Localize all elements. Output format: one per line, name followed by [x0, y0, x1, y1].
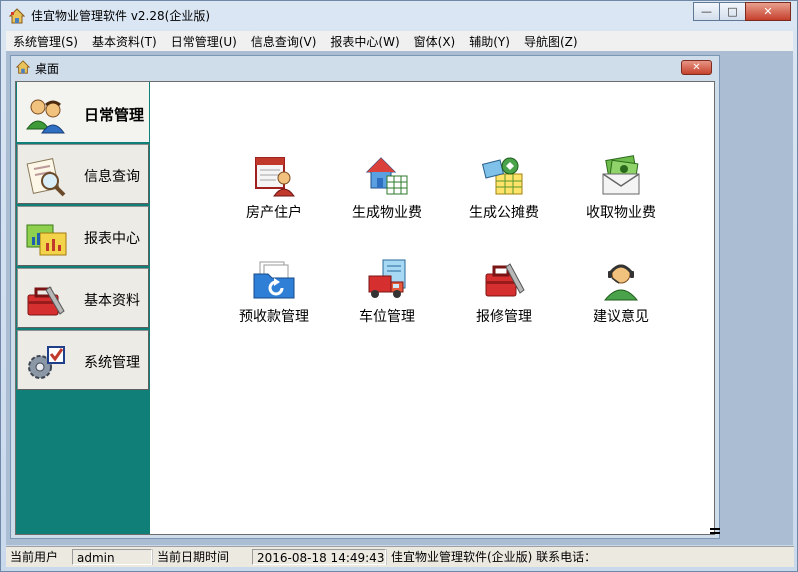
- function-prepayment[interactable]: 预收款管理: [224, 258, 324, 326]
- function-panel: 房产住户 生成物业费 生成公摊费 收取物业费 预收款管理 车位管理 报修管理 建…: [150, 82, 714, 534]
- settings-gear-icon: [28, 346, 65, 379]
- shared-fee-icon: [482, 157, 523, 195]
- app-window: 佳宜物业管理软件 v2.28(企业版) — □ ✕ 系统管理(S) 基本资料(T…: [0, 0, 798, 572]
- function-label: 生成物业费: [352, 205, 422, 221]
- current-user-value: admin: [72, 549, 152, 565]
- report-chart-icon: [26, 224, 67, 256]
- sidebar-item-label: 日常管理: [84, 106, 145, 124]
- house-resident-icon: [255, 157, 295, 197]
- menu-basic-data[interactable]: 基本资料(T): [85, 33, 164, 50]
- function-collect-property-fee[interactable]: 收取物业费: [571, 154, 671, 222]
- contact-info: 佳宜物业管理软件(企业版) 联系电话：: [386, 549, 794, 565]
- house-spreadsheet-icon: [365, 157, 408, 195]
- money-envelope-icon: [602, 155, 640, 195]
- desktop-icon: [16, 60, 30, 74]
- close-button[interactable]: ✕: [745, 2, 791, 21]
- sidebar-item-label: 系统管理: [84, 355, 140, 371]
- menu-bar: 系统管理(S) 基本资料(T) 日常管理(U) 信息查询(V) 报表中心(W) …: [6, 31, 793, 51]
- function-label: 生成公摊费: [469, 205, 539, 221]
- current-user-label: 当前用户: [10, 550, 59, 564]
- function-label: 收取物业费: [586, 205, 656, 221]
- search-document-icon: [26, 158, 66, 197]
- app-house-icon: [9, 8, 25, 24]
- function-label: 预收款管理: [239, 309, 309, 325]
- title-bar[interactable]: 佳宜物业管理软件 v2.28(企业版) — □ ✕: [1, 1, 797, 31]
- menu-help[interactable]: 辅助(Y): [462, 33, 517, 50]
- prepayment-folder-icon: [253, 261, 295, 299]
- desktop-close-button[interactable]: ✕: [681, 60, 712, 75]
- function-suggestions[interactable]: 建议意见: [571, 258, 671, 326]
- desktop-title-bar[interactable]: 桌面 ✕: [11, 56, 719, 80]
- menu-navigation[interactable]: 导航图(Z): [517, 33, 585, 50]
- function-generate-shared-fee[interactable]: 生成公摊费: [454, 154, 554, 222]
- menu-query[interactable]: 信息查询(V): [244, 33, 324, 50]
- sidebar-item-basic[interactable]: 基本资料: [17, 268, 149, 328]
- function-generate-property-fee[interactable]: 生成物业费: [337, 154, 437, 222]
- minimize-button[interactable]: —: [693, 2, 720, 21]
- function-parking[interactable]: 车位管理: [337, 258, 437, 326]
- resize-grip-icon[interactable]: [710, 525, 720, 535]
- sidebar-item-query[interactable]: 信息查询: [17, 144, 149, 204]
- function-label: 房产住户: [246, 205, 302, 221]
- desktop-title: 桌面: [35, 62, 60, 76]
- users-icon: [26, 99, 65, 134]
- sidebar-item-label: 信息查询: [84, 169, 140, 185]
- repair-toolbox-icon: [485, 263, 525, 297]
- datetime-value: 2016-08-18 14:49:43: [252, 549, 386, 565]
- parking-truck-icon: [368, 259, 406, 298]
- nav-sidebar: 日常管理 信息查询 报表中心 基本资料 系统管理: [16, 82, 150, 534]
- menu-system[interactable]: 系统管理(S): [6, 33, 85, 50]
- mdi-area: 桌面 ✕ 日常管理 信息查询 报表中心 基本资料 系统管理 房产住户 生成物业费…: [6, 51, 793, 545]
- window-title: 佳宜物业管理软件 v2.28(企业版): [31, 9, 210, 23]
- menu-daily[interactable]: 日常管理(U): [164, 33, 244, 50]
- sidebar-item-system[interactable]: 系统管理: [17, 330, 149, 390]
- desktop-body: 日常管理 信息查询 报表中心 基本资料 系统管理 房产住户 生成物业费 生成公摊…: [15, 81, 715, 535]
- maximize-button[interactable]: □: [719, 2, 746, 21]
- toolbox-icon: [27, 286, 65, 316]
- status-bar: 当前用户 admin 当前日期时间 2016-08-18 14:49:43 佳宜…: [6, 546, 794, 567]
- menu-window[interactable]: 窗体(X): [407, 33, 463, 50]
- support-agent-icon: [603, 264, 639, 301]
- function-property-residents[interactable]: 房产住户: [224, 154, 324, 222]
- function-repair[interactable]: 报修管理: [454, 258, 554, 326]
- sidebar-item-label: 报表中心: [84, 231, 140, 247]
- function-label: 建议意见: [593, 309, 649, 325]
- sidebar-item-daily[interactable]: 日常管理: [17, 82, 149, 142]
- desktop-window: 桌面 ✕ 日常管理 信息查询 报表中心 基本资料 系统管理 房产住户 生成物业费…: [10, 55, 720, 539]
- function-label: 报修管理: [476, 309, 532, 325]
- function-label: 车位管理: [359, 309, 415, 325]
- sidebar-item-label: 基本资料: [84, 293, 140, 309]
- datetime-label: 当前日期时间: [152, 549, 252, 565]
- sidebar-item-reports[interactable]: 报表中心: [17, 206, 149, 266]
- menu-reports[interactable]: 报表中心(W): [323, 33, 406, 50]
